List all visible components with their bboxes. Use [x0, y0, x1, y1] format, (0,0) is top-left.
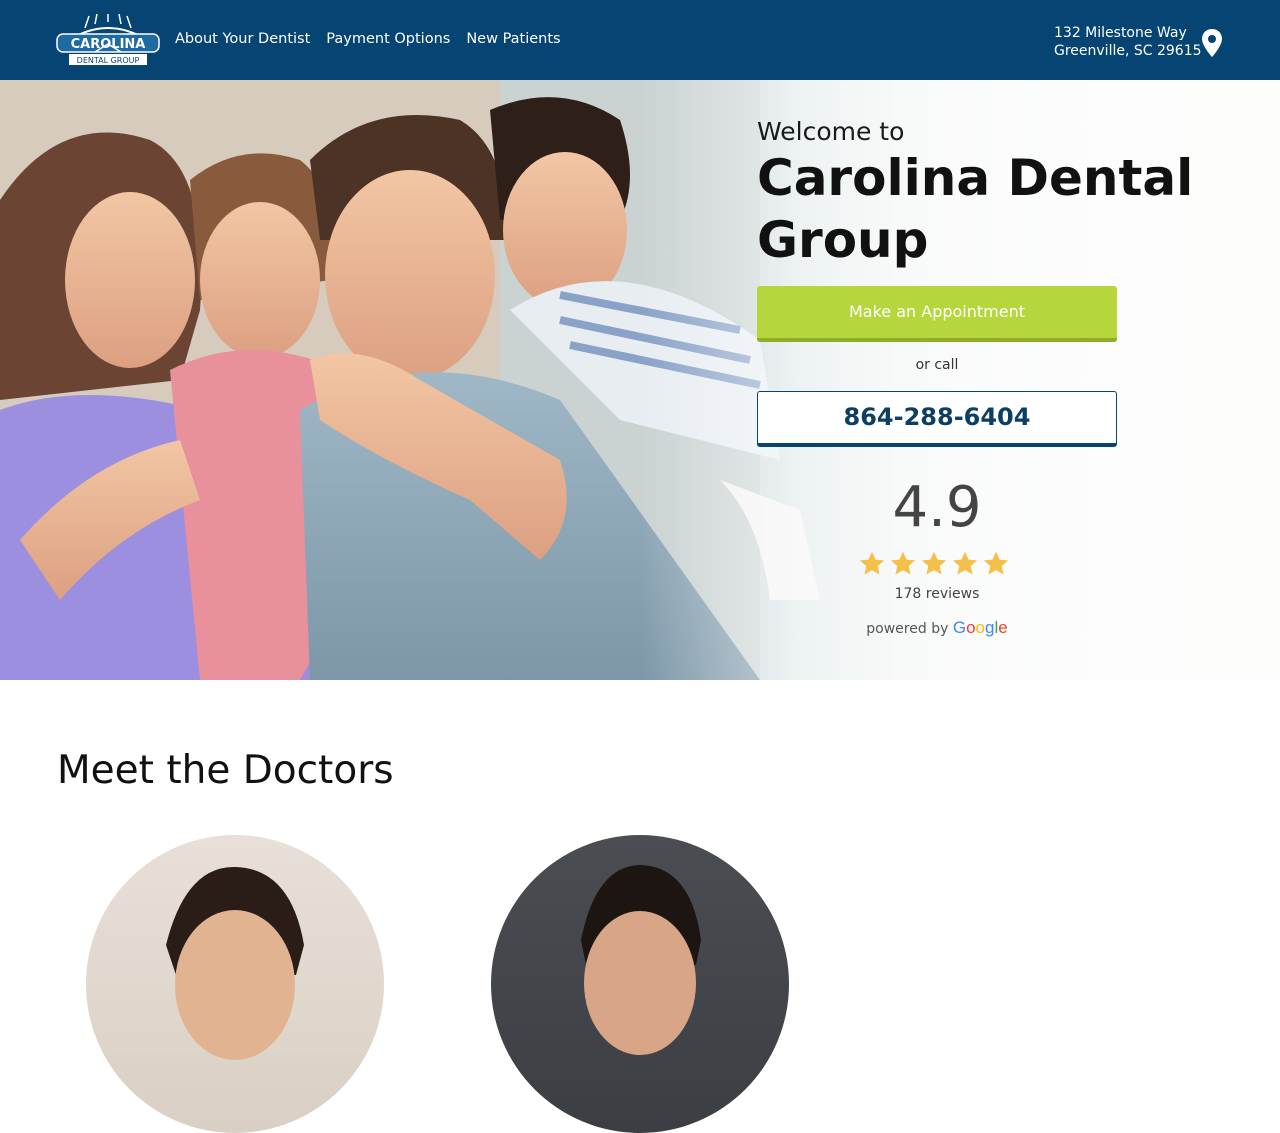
main-nav: About Your Dentist Payment Options New P… [175, 31, 561, 47]
doctor-portrait [166, 866, 304, 1060]
rating-stars [858, 550, 1010, 578]
hero-section: Welcome to Carolina Dental Group Make an… [0, 80, 1280, 680]
logo[interactable]: CAROLINA DENTAL GROUP [55, 14, 161, 66]
powered-by-google: powered by Google [757, 618, 1117, 638]
powered-by-text: powered by [866, 621, 949, 637]
doctor-photo[interactable] [86, 835, 384, 1133]
rating-value: 4.9 [892, 475, 982, 540]
address[interactable]: 132 Milestone Way Greenville, SC 29615 [1054, 24, 1202, 60]
doctor-photo[interactable] [491, 835, 789, 1133]
make-appointment-button[interactable]: Make an Appointment [757, 286, 1117, 342]
nav-payment-options[interactable]: Payment Options [326, 31, 450, 47]
star-icon [890, 551, 916, 575]
star-icon [983, 551, 1009, 575]
nav-new-patients[interactable]: New Patients [466, 31, 560, 47]
review-count[interactable]: 178 reviews [757, 586, 1117, 602]
or-call-text: or call [915, 357, 959, 373]
phone-button[interactable]: 864-288-6404 [757, 391, 1117, 447]
map-pin-icon[interactable] [1201, 28, 1223, 58]
google-logo: Google [952, 618, 1008, 637]
doctor-portrait [581, 865, 701, 1055]
star-icon [921, 551, 947, 575]
logo-subtext: DENTAL GROUP [77, 56, 140, 65]
nav-about-your-dentist[interactable]: About Your Dentist [175, 31, 310, 47]
star-icon [952, 551, 978, 575]
section-title-doctors: Meet the Doctors [57, 748, 394, 793]
star-icon [859, 551, 885, 575]
practice-name: Carolina Dental Group [757, 149, 1194, 269]
welcome-text: Welcome to [757, 117, 905, 146]
address-line-2: Greenville, SC 29615 [1054, 43, 1202, 59]
site-header: CAROLINA DENTAL GROUP About Your Dentist… [0, 0, 1280, 80]
address-line-1: 132 Milestone Way [1054, 25, 1187, 41]
